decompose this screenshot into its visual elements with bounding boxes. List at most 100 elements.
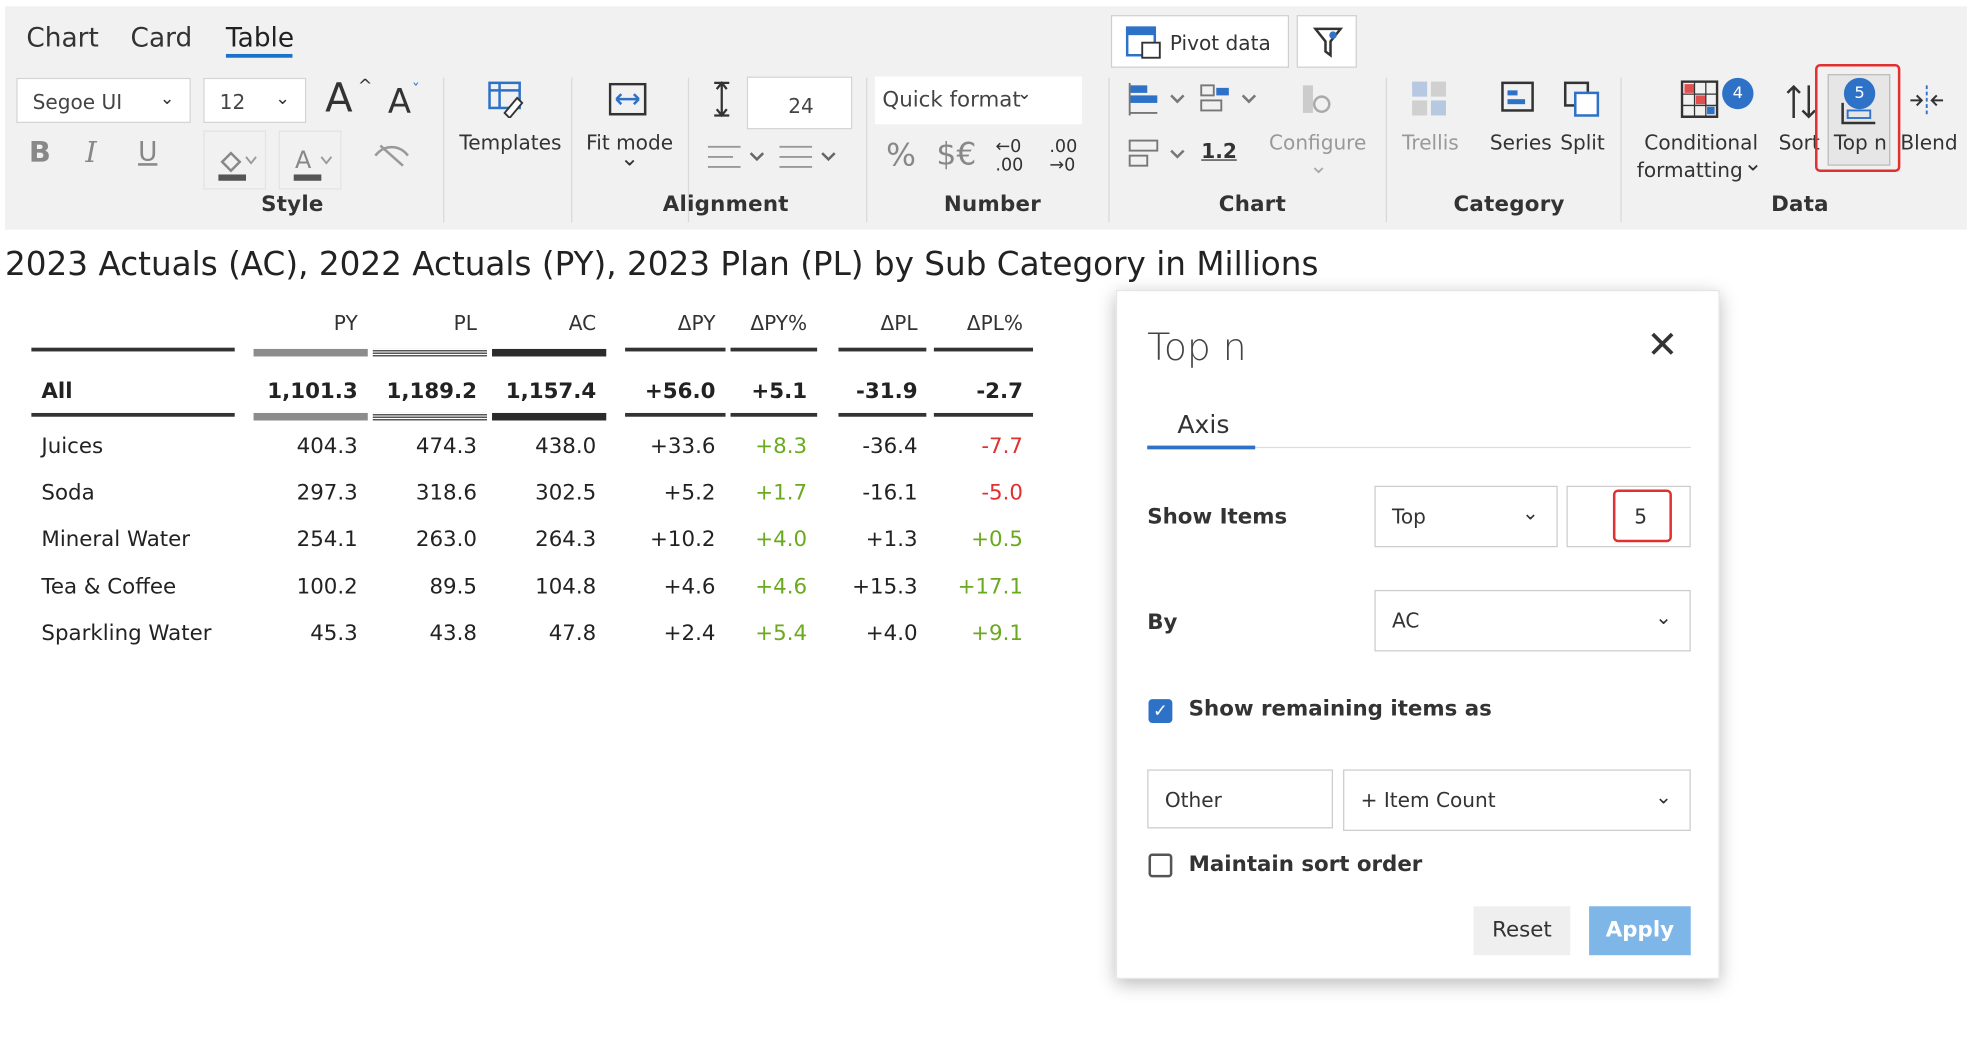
table-cell: +1.7 bbox=[755, 480, 808, 506]
currency-icon[interactable]: $€ bbox=[936, 138, 976, 169]
font-size-select[interactable]: 12 ⌄ bbox=[203, 77, 307, 124]
hide-icon[interactable] bbox=[373, 143, 411, 174]
total-rule bbox=[372, 412, 488, 421]
total-rule bbox=[933, 412, 1034, 417]
separator bbox=[1620, 77, 1622, 223]
conditional-formatting-label[interactable]: Conditional bbox=[1644, 131, 1758, 155]
sort-label[interactable]: Sort bbox=[1779, 131, 1820, 155]
total-rule bbox=[253, 412, 368, 421]
shrink-font-icon[interactable]: A bbox=[388, 85, 411, 119]
split-icon bbox=[1563, 80, 1601, 124]
item-count-select[interactable]: + Item Count ⌄ bbox=[1343, 769, 1691, 831]
number-group-label: Number bbox=[943, 192, 1041, 218]
table-cell: 47.8 bbox=[548, 621, 597, 647]
table-cell: 254.1 bbox=[296, 527, 358, 553]
configure-label[interactable]: Configure bbox=[1269, 131, 1366, 155]
row-height-input[interactable]: 24 bbox=[746, 76, 853, 130]
vertical-align-icon[interactable] bbox=[777, 142, 840, 178]
separator bbox=[571, 77, 573, 223]
grow-font-icon[interactable]: A bbox=[325, 78, 352, 118]
paint-bucket-icon bbox=[216, 144, 259, 188]
total-cell: +5.1 bbox=[751, 379, 808, 405]
total-row-label: All bbox=[41, 379, 73, 405]
templates-icon[interactable] bbox=[487, 80, 527, 124]
other-label-input[interactable]: Other bbox=[1147, 769, 1334, 829]
percent-icon[interactable]: % bbox=[886, 139, 916, 170]
checkmark-icon: ✓ bbox=[1153, 701, 1168, 722]
row-label: Tea & Coffee bbox=[41, 574, 177, 600]
tab-table[interactable]: Table bbox=[226, 23, 294, 53]
blend-label[interactable]: Blend bbox=[1900, 131, 1957, 155]
maintain-sort-checkbox[interactable] bbox=[1148, 853, 1173, 878]
chart-size-icon[interactable] bbox=[1127, 138, 1192, 177]
table-cell: 104.8 bbox=[535, 574, 597, 600]
series-label[interactable]: Series bbox=[1490, 131, 1552, 155]
chevron-down-icon: ⌄ bbox=[1522, 500, 1539, 525]
active-tab-indicator bbox=[1147, 445, 1256, 450]
pivot-icon bbox=[1125, 25, 1163, 66]
column-header[interactable]: ΔPY bbox=[640, 311, 716, 335]
font-family-select[interactable]: Segoe UI ⌄ bbox=[16, 77, 191, 124]
decrease-decimals-icon[interactable]: ←0.00 bbox=[995, 137, 1024, 176]
italic-icon[interactable]: I bbox=[85, 139, 96, 168]
increase-decimals-icon[interactable]: .00 →0 bbox=[1049, 137, 1077, 176]
reset-button[interactable]: Reset bbox=[1473, 906, 1571, 956]
row-label: Mineral Water bbox=[41, 527, 191, 553]
filter-button[interactable] bbox=[1296, 15, 1357, 68]
table-cell: +8.3 bbox=[755, 434, 808, 460]
fill-color-button[interactable] bbox=[203, 130, 267, 190]
column-header-rule bbox=[625, 347, 726, 352]
show-remaining-checkbox[interactable]: ✓ bbox=[1148, 699, 1173, 723]
column-header[interactable]: ΔPL bbox=[842, 311, 918, 335]
show-items-mode-value: Top bbox=[1392, 504, 1426, 529]
column-header[interactable]: ΔPY% bbox=[732, 311, 807, 335]
trellis-label[interactable]: Trellis bbox=[1402, 131, 1459, 155]
chevron-down-icon: ⌄ bbox=[1017, 84, 1032, 105]
table-cell: 404.3 bbox=[296, 434, 358, 460]
table-cell: 474.3 bbox=[415, 434, 477, 460]
series-icon bbox=[1500, 80, 1538, 124]
conditional-formatting-label-line2[interactable]: formatting bbox=[1637, 158, 1743, 182]
column-header[interactable]: PL bbox=[402, 311, 477, 335]
close-icon[interactable]: ✕ bbox=[1647, 324, 1679, 368]
chart-scale-value[interactable]: 1.2 bbox=[1201, 139, 1237, 163]
bar-layout-icon[interactable] bbox=[1127, 82, 1192, 122]
maintain-sort-label: Maintain sort order bbox=[1188, 852, 1423, 878]
show-items-mode-select[interactable]: Top ⌄ bbox=[1374, 485, 1558, 548]
total-rule bbox=[730, 412, 818, 417]
column-header[interactable]: PY bbox=[282, 311, 358, 335]
shrink-arrow-icon: ˇ bbox=[411, 81, 420, 101]
font-color-button[interactable]: A bbox=[278, 130, 342, 190]
pivot-data-button[interactable]: Pivot data bbox=[1110, 15, 1290, 68]
item-count-value: + Item Count bbox=[1360, 788, 1496, 813]
tab-card[interactable]: Card bbox=[131, 23, 193, 53]
column-header[interactable]: AC bbox=[521, 311, 596, 335]
split-label[interactable]: Split bbox=[1560, 131, 1605, 155]
chevron-down-icon: ⌄ bbox=[1655, 605, 1672, 629]
column-header[interactable]: ΔPL% bbox=[948, 311, 1023, 335]
apply-button[interactable]: Apply bbox=[1589, 906, 1691, 956]
blend-icon bbox=[1908, 83, 1946, 124]
tab-chart[interactable]: Chart bbox=[26, 23, 98, 53]
decrease-decimals-bottom: .00 bbox=[995, 155, 1024, 176]
by-select[interactable]: AC ⌄ bbox=[1374, 589, 1691, 652]
table-cell: -7.7 bbox=[981, 434, 1023, 460]
bold-icon[interactable]: B bbox=[29, 139, 51, 168]
total-rule bbox=[492, 412, 607, 421]
row-label: Soda bbox=[41, 480, 95, 506]
chart-group-label: Chart bbox=[1218, 192, 1287, 218]
total-cell: -2.7 bbox=[976, 379, 1023, 405]
table-cell: 438.0 bbox=[535, 434, 597, 460]
separator bbox=[866, 77, 868, 223]
column-header-rule bbox=[372, 348, 488, 357]
by-label: By bbox=[1147, 610, 1178, 636]
quick-format-select[interactable]: Quick format ⌄ bbox=[874, 76, 1082, 125]
trellis-icon bbox=[1411, 80, 1449, 124]
show-remaining-label: Show remaining items as bbox=[1188, 696, 1492, 722]
horizontal-align-icon[interactable] bbox=[705, 142, 768, 178]
chevron-down-icon: ⌄ bbox=[159, 89, 175, 110]
waterfall-icon[interactable] bbox=[1199, 83, 1264, 122]
tab-axis[interactable]: Axis bbox=[1177, 409, 1229, 439]
underline-icon[interactable]: U bbox=[138, 139, 157, 165]
fit-mode-icon[interactable] bbox=[608, 82, 649, 124]
